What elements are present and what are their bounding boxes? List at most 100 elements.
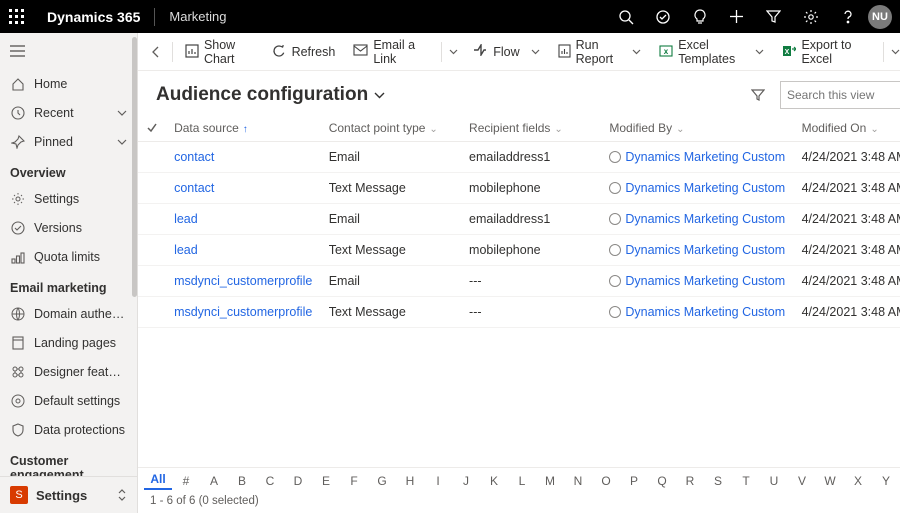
search-box[interactable] <box>780 81 900 109</box>
report-icon <box>558 44 571 59</box>
alpha-f[interactable]: F <box>340 474 368 488</box>
alpha-y[interactable]: Y <box>872 474 900 488</box>
search-input[interactable] <box>787 88 900 102</box>
alpha-all[interactable]: All <box>144 472 172 490</box>
cell-contact-point-type: Text Message <box>321 235 461 266</box>
row-selector[interactable] <box>138 142 166 173</box>
sidebar-item-domain-auth[interactable]: Domain authentic... <box>0 299 137 328</box>
alpha-j[interactable]: J <box>452 474 480 488</box>
alpha-u[interactable]: U <box>760 474 788 488</box>
alpha-t[interactable]: T <box>732 474 760 488</box>
cell-data-source[interactable]: msdynci_customerprofile <box>166 297 321 328</box>
run-report-button[interactable]: Run Report <box>550 37 650 67</box>
waffle-icon[interactable] <box>0 0 33 33</box>
sidebar-area-switcher[interactable]: S Settings <box>0 476 137 513</box>
table-row[interactable]: lead Text Message mobilephone Dynamics M… <box>138 235 900 266</box>
filter-button[interactable] <box>746 83 770 107</box>
sidebar-item-quota[interactable]: Quota limits <box>0 242 137 271</box>
email-link-split[interactable] <box>434 37 463 67</box>
view-title[interactable]: Audience configuration <box>156 84 385 106</box>
alpha-b[interactable]: B <box>228 474 256 488</box>
brand-label[interactable]: Dynamics 365 <box>47 9 140 25</box>
avatar[interactable]: NU <box>868 5 892 29</box>
search-icon[interactable] <box>609 0 642 33</box>
cell-data-source[interactable]: contact <box>166 173 321 204</box>
lightbulb-icon[interactable] <box>683 0 716 33</box>
cell-modified-by[interactable]: Dynamics Marketing Custom <box>601 297 793 328</box>
cell-modified-by[interactable]: Dynamics Marketing Custom <box>601 235 793 266</box>
plus-icon[interactable] <box>720 0 753 33</box>
export-excel-button[interactable]: XExport to Excel <box>774 37 874 67</box>
filter-icon[interactable] <box>757 0 790 33</box>
table-row[interactable]: contact Email emailaddress1 Dynamics Mar… <box>138 142 900 173</box>
alpha-e[interactable]: E <box>312 474 340 488</box>
alpha-x[interactable]: X <box>844 474 872 488</box>
alpha-v[interactable]: V <box>788 474 816 488</box>
alpha-c[interactable]: C <box>256 474 284 488</box>
row-selector[interactable] <box>138 297 166 328</box>
sidebar-item-default-settings[interactable]: Default settings <box>0 386 137 415</box>
sidebar-item-recent[interactable]: Recent <box>0 98 137 127</box>
cell-modified-by[interactable]: Dynamics Marketing Custom <box>601 266 793 297</box>
gear-icon[interactable] <box>794 0 827 33</box>
col-data-source[interactable]: Data source↑ <box>166 115 321 142</box>
table-row[interactable]: msdynci_customerprofile Text Message ---… <box>138 297 900 328</box>
sidebar-item-landing[interactable]: Landing pages <box>0 328 137 357</box>
alpha-s[interactable]: S <box>704 474 732 488</box>
sidebar-item-pinned[interactable]: Pinned <box>0 127 137 156</box>
alpha-d[interactable]: D <box>284 474 312 488</box>
hamburger-icon[interactable] <box>0 33 137 69</box>
cell-data-source[interactable]: contact <box>166 142 321 173</box>
row-selector[interactable] <box>138 173 166 204</box>
sidebar-item-designer[interactable]: Designer feature ... <box>0 357 137 386</box>
sidebar-item-data-protections[interactable]: Data protections <box>0 415 137 444</box>
col-recipient-fields[interactable]: Recipient fields⌄ <box>461 115 601 142</box>
table-row[interactable]: contact Text Message mobilephone Dynamic… <box>138 173 900 204</box>
app-topbar: Dynamics 365 Marketing NU <box>0 0 900 33</box>
flow-button[interactable]: Flow <box>465 37 547 67</box>
cell-data-source[interactable]: msdynci_customerprofile <box>166 266 321 297</box>
help-icon[interactable] <box>831 0 864 33</box>
refresh-button[interactable]: Refresh <box>264 37 344 67</box>
alpha-l[interactable]: L <box>508 474 536 488</box>
select-all-checkbox[interactable] <box>138 115 166 142</box>
col-contact-point-type[interactable]: Contact point type⌄ <box>321 115 461 142</box>
cell-modified-by[interactable]: Dynamics Marketing Custom <box>601 142 793 173</box>
sidebar-item-versions[interactable]: Versions <box>0 213 137 242</box>
row-selector[interactable] <box>138 266 166 297</box>
excel-templates-button[interactable]: xExcel Templates <box>651 37 772 67</box>
table-row[interactable]: msdynci_customerprofile Email --- Dynami… <box>138 266 900 297</box>
table-row[interactable]: lead Email emailaddress1 Dynamics Market… <box>138 204 900 235</box>
alpha-k[interactable]: K <box>480 474 508 488</box>
alpha-w[interactable]: W <box>816 474 844 488</box>
row-selector[interactable] <box>138 204 166 235</box>
alpha-m[interactable]: M <box>536 474 564 488</box>
row-selector[interactable] <box>138 235 166 266</box>
cell-data-source[interactable]: lead <box>166 235 321 266</box>
alpha-q[interactable]: Q <box>648 474 676 488</box>
module-label[interactable]: Marketing <box>169 9 226 24</box>
alpha-#[interactable]: # <box>172 474 200 488</box>
alpha-p[interactable]: P <box>620 474 648 488</box>
target-icon[interactable] <box>646 0 679 33</box>
cell-modified-by[interactable]: Dynamics Marketing Custom <box>601 173 793 204</box>
alpha-o[interactable]: O <box>592 474 620 488</box>
export-excel-split[interactable] <box>876 37 900 67</box>
email-link-button[interactable]: Email a Link <box>345 37 432 67</box>
alpha-n[interactable]: N <box>564 474 592 488</box>
sidebar-item-settings[interactable]: Settings <box>0 184 137 213</box>
alpha-i[interactable]: I <box>424 474 452 488</box>
col-modified-on[interactable]: Modified On⌄ <box>794 115 900 142</box>
sidebar-item-home[interactable]: Home <box>0 69 137 98</box>
alpha-a[interactable]: A <box>200 474 228 488</box>
show-chart-button[interactable]: Show Chart <box>177 37 262 67</box>
alpha-r[interactable]: R <box>676 474 704 488</box>
cmd-label: Excel Templates <box>678 38 744 66</box>
cell-data-source[interactable]: lead <box>166 204 321 235</box>
alpha-g[interactable]: G <box>368 474 396 488</box>
cell-modified-by[interactable]: Dynamics Marketing Custom <box>601 204 793 235</box>
back-button[interactable] <box>144 45 168 59</box>
flow-icon <box>473 44 488 59</box>
alpha-h[interactable]: H <box>396 474 424 488</box>
col-modified-by[interactable]: Modified By⌄ <box>601 115 793 142</box>
